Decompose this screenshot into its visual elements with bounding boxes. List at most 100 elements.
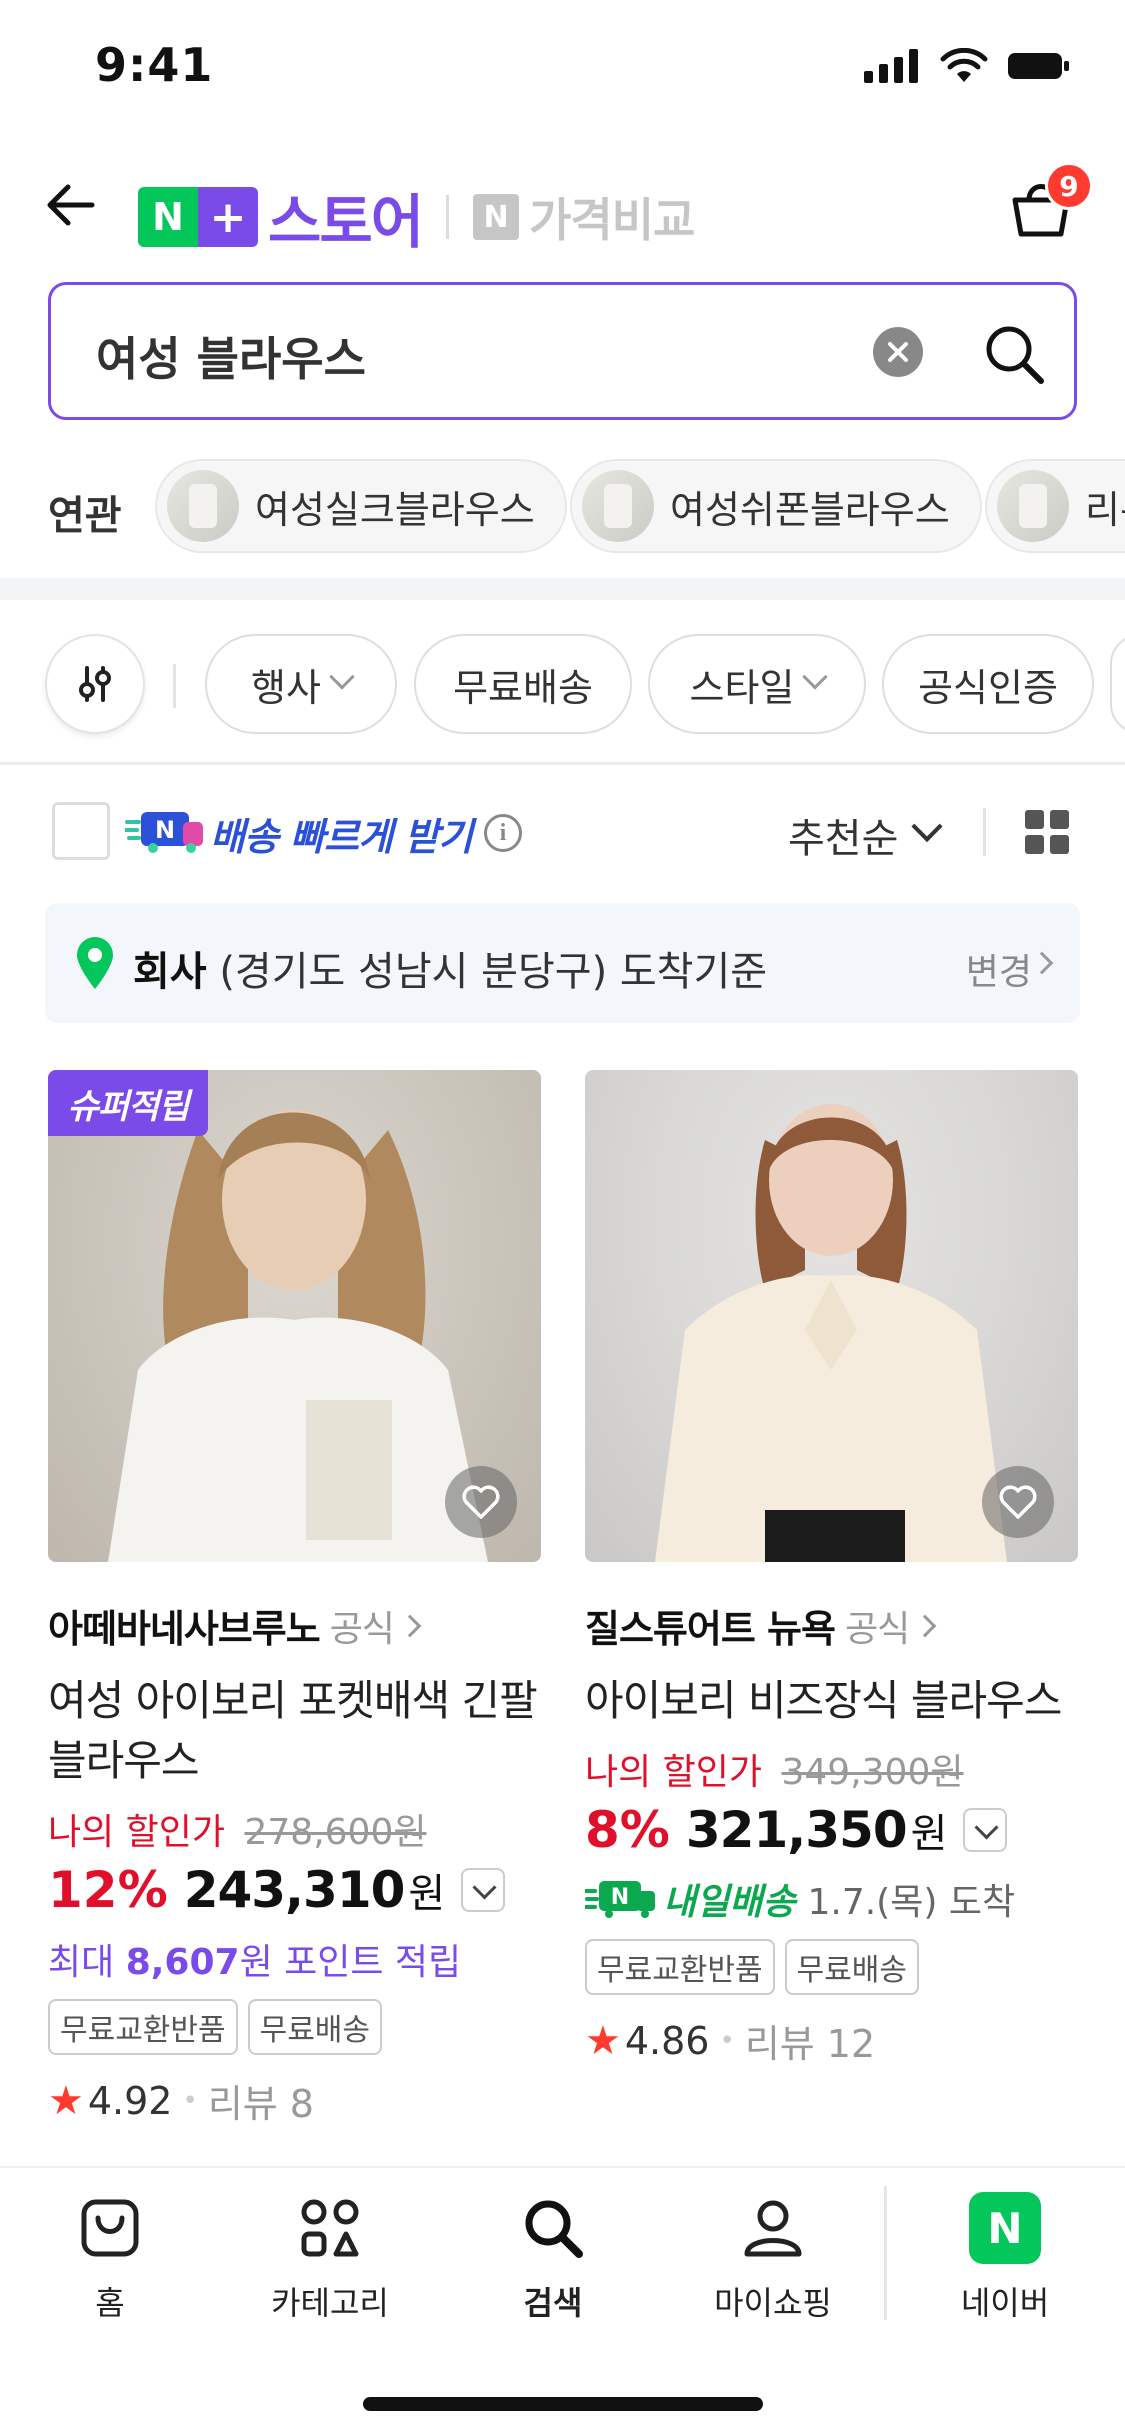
logo-divider [446, 195, 450, 239]
my-discount-label: 나의 할인가 [585, 1752, 763, 1793]
sort-dropdown[interactable]: 추천순 [788, 806, 943, 864]
point-suffix: 원 포인트 적립 [239, 1942, 462, 1983]
wishlist-heart-icon[interactable] [445, 1466, 517, 1538]
search-results-page: 9:41 N + 스토어 N 가격비교 9 여성 블라우스 연관 여성실크블라우… [0, 0, 1125, 2436]
nav-label: 홈 [95, 2284, 125, 2322]
nav-my-shopping[interactable]: 마이쇼핑 [688, 2192, 858, 2324]
product-card[interactable]: 질스튜어트 뉴욕 공식 아이보리 비즈장식 블라우스 나의 할인가 349,30… [585, 1070, 1078, 2068]
nav-label: 네이버 [960, 2284, 1050, 2322]
status-bar: 9:41 [0, 0, 1125, 140]
wishlist-heart-icon[interactable] [982, 1466, 1054, 1538]
rating-value: 4.86 [624, 2018, 710, 2063]
product-title[interactable]: 여성 아이보리 포켓배색 긴팔블라우스 [48, 1671, 541, 1791]
status-icons [864, 48, 1070, 84]
search-icon[interactable] [981, 321, 1047, 387]
product-title[interactable]: 아이보리 비즈장식 블라우스 [585, 1671, 1078, 1731]
nav-divider [884, 2186, 887, 2320]
sale-price: 243,310 [183, 1861, 406, 1919]
currency-label: 원 [910, 1811, 948, 1857]
naver-plus-store-logo[interactable]: N + 스토어 N 가격비교 [138, 175, 695, 259]
search-icon [517, 2192, 589, 2264]
related-chip[interactable]: 여성실크블라우스 [155, 459, 567, 553]
original-price: 278,600원 [244, 1812, 427, 1853]
currency-label: 원 [408, 1871, 446, 1917]
product-image[interactable]: 슈퍼적립 [48, 1070, 541, 1562]
back-arrow-icon[interactable] [42, 175, 102, 235]
nav-label: 검색 [523, 2284, 583, 2322]
nav-search[interactable]: 검색 [468, 2192, 638, 2324]
location-name: 회사 [133, 949, 207, 995]
product-brand[interactable]: 질스튜어트 뉴욕 공식 [585, 1598, 1078, 1653]
product-image[interactable] [585, 1070, 1078, 1562]
discount-percent: 8% [585, 1801, 670, 1859]
nav-naver[interactable]: N 네이버 [920, 2192, 1090, 2324]
battery-icon [1008, 53, 1069, 79]
status-time: 9:41 [95, 38, 214, 92]
separator-dot: • [719, 2025, 735, 2056]
point-prefix: 최대 [48, 1942, 126, 1983]
filter-chip-label: 무료배송 [453, 665, 593, 710]
location-text: 회사 (경기도 성남시 분당구) 도착기준 [133, 939, 767, 997]
change-location-button[interactable]: 변경 [966, 943, 1032, 995]
nav-home[interactable]: 홈 [25, 2192, 195, 2324]
logo-n: N [138, 187, 198, 247]
price-detail-dropdown[interactable] [461, 1868, 506, 1912]
section-gap [0, 578, 1125, 600]
filter-chip-free-shipping[interactable]: 무료배송 [414, 634, 632, 734]
related-chip[interactable]: 여성쉬폰블라우스 [570, 459, 982, 553]
location-pin-icon [77, 937, 113, 989]
clear-search-icon[interactable] [873, 327, 923, 377]
compare-n-icon: N [473, 194, 520, 240]
delivery-line: N 내일배송 1.7.(목) 도착 [585, 1873, 1078, 1925]
tag-free-shipping: 무료배송 [784, 1939, 920, 1995]
official-label: 공식 [844, 1608, 910, 1650]
app-header: N + 스토어 N 가격비교 9 [0, 150, 1125, 260]
wifi-icon [940, 48, 988, 82]
price-detail-dropdown[interactable] [963, 1808, 1008, 1852]
my-discount-label: 나의 할인가 [48, 1812, 226, 1853]
tomorrow-delivery-truck-icon: N [585, 1881, 655, 1918]
bottom-navigation: 홈 카테고리 검색 마이쇼핑 N 네이버 [0, 2166, 1125, 2436]
tomorrow-delivery-label: 내일배송 [663, 1882, 796, 1923]
related-thumbnail [997, 470, 1069, 542]
search-input[interactable]: 여성 블라우스 [48, 282, 1077, 420]
filter-chip-official[interactable]: 공식인증 [882, 634, 1094, 734]
fast-delivery-label[interactable]: 배송 빠르게 받기 [210, 806, 473, 861]
price-compare-link[interactable]: 가격비교 [529, 184, 695, 250]
search-query[interactable]: 여성 블라우스 [96, 323, 366, 389]
related-searches: 연관 여성실크블라우스 여성쉬폰블라우스 리본 [0, 455, 1125, 555]
sort-label: 추천순 [788, 816, 899, 862]
nav-category[interactable]: 카테고리 [245, 2192, 415, 2324]
related-label: 연관 [48, 493, 122, 539]
product-tags: 무료교환반품 무료배송 [48, 1999, 541, 2055]
home-indicator [363, 2397, 763, 2411]
product-tags: 무료교환반품 무료배송 [585, 1939, 1078, 1995]
location-address: (경기도 성남시 분당구) 도착기준 [219, 949, 768, 995]
review-count[interactable]: 리뷰 8 [208, 2073, 314, 2128]
sliders-icon [79, 666, 111, 702]
filter-chip-more[interactable] [1110, 634, 1125, 734]
grid-view-icon[interactable] [1025, 810, 1069, 854]
product-card[interactable]: 슈퍼적립 아떼바네사브루노 공식 여성 아이보리 포켓배색 긴팔블라우스 나의 … [48, 1070, 541, 2128]
rating-value: 4.92 [87, 2078, 173, 2123]
filter-bar: 행사 무료배송 스타일 공식인증 [0, 628, 1125, 738]
filter-settings-button[interactable] [45, 634, 145, 734]
brand-name: 질스튜어트 뉴욕 [585, 1607, 836, 1651]
discount-line: 나의 할인가 278,600원 [48, 1803, 541, 1855]
original-price: 349,300원 [781, 1752, 964, 1793]
related-chip-label: 리본 [1085, 487, 1125, 532]
review-count[interactable]: 리뷰 12 [745, 2013, 875, 2068]
store-label: 스토어 [268, 188, 424, 256]
related-thumbnail [167, 470, 239, 542]
filter-chip-style[interactable]: 스타일 [648, 634, 866, 734]
super-reward-badge: 슈퍼적립 [48, 1070, 208, 1136]
info-icon[interactable]: i [484, 814, 522, 852]
filter-chip-label: 행사 [251, 665, 321, 710]
filter-chip-event[interactable]: 행사 [205, 634, 397, 734]
filter-chip-label: 스타일 [689, 665, 795, 710]
related-chip[interactable]: 리본 [985, 459, 1125, 553]
fast-delivery-checkbox[interactable] [52, 802, 110, 860]
product-brand[interactable]: 아떼바네사브루노 공식 [48, 1598, 541, 1653]
star-icon: ★ [48, 2077, 84, 2124]
svg-text:N: N [611, 1885, 629, 1910]
